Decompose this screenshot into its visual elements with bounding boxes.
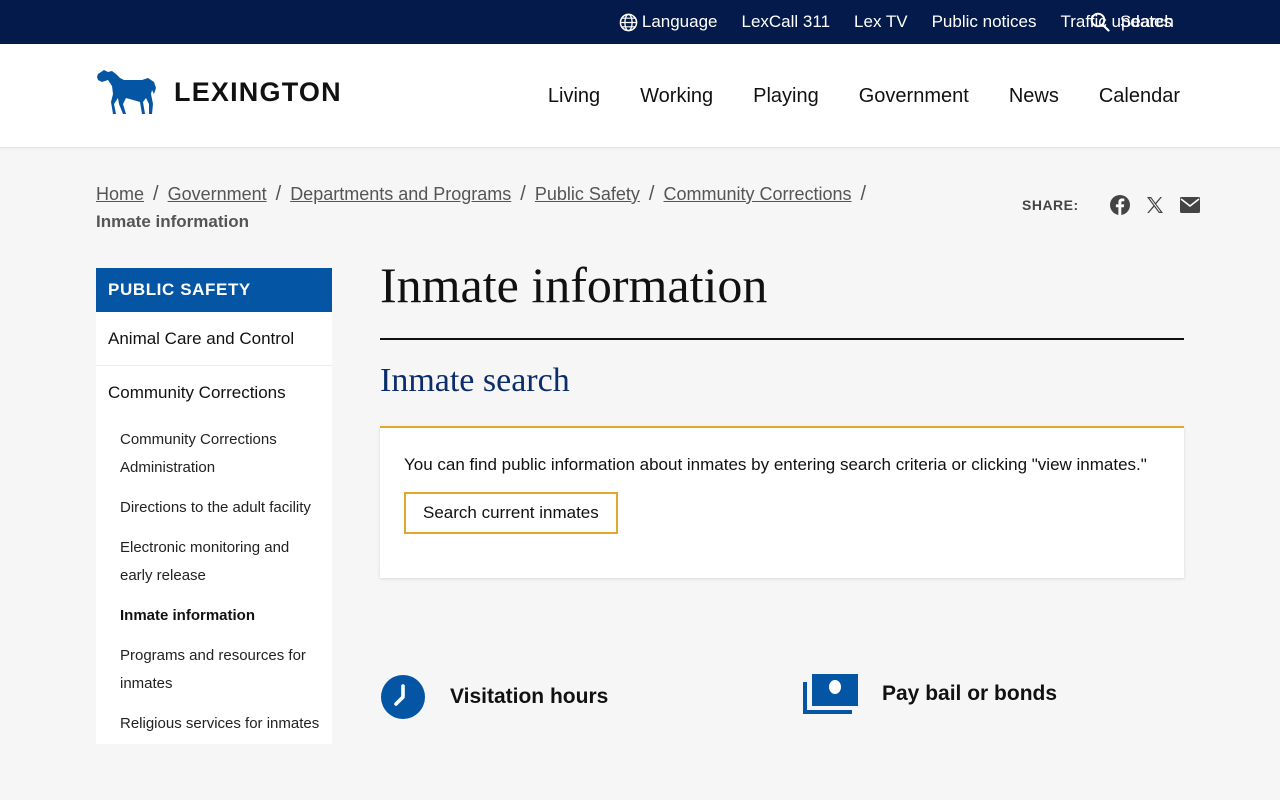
section-title: Inmate search bbox=[380, 362, 570, 399]
share-label: SHARE: bbox=[1022, 197, 1079, 213]
search-label: Search bbox=[1120, 12, 1174, 31]
sidebar-subitem-electronic-monitoring[interactable]: Electronic monitoring and early release bbox=[96, 528, 332, 596]
breadcrumb-separator: / bbox=[153, 183, 159, 205]
search-icon bbox=[1090, 12, 1110, 32]
horse-logo-icon bbox=[97, 70, 156, 114]
nav-government[interactable]: Government bbox=[859, 85, 969, 108]
visitation-hours-link[interactable]: Visitation hours bbox=[380, 674, 608, 720]
nav-calendar[interactable]: Calendar bbox=[1099, 85, 1180, 108]
search-button[interactable]: Search bbox=[1090, 0, 1174, 44]
facebook-share-button[interactable] bbox=[1109, 194, 1131, 216]
nav-working[interactable]: Working bbox=[640, 85, 713, 108]
breadcrumb: Home / Government / Departments and Programs… bbox=[96, 180, 896, 236]
nav-news[interactable]: News bbox=[1009, 85, 1059, 108]
pay-bail-link[interactable]: Pay bail or bonds bbox=[802, 674, 1057, 714]
title-divider bbox=[380, 338, 1184, 340]
globe-icon bbox=[619, 13, 638, 31]
lexcall-link[interactable]: LexCall 311 bbox=[742, 12, 831, 32]
x-icon bbox=[1146, 197, 1163, 213]
money-icon bbox=[803, 674, 858, 714]
public-notices-link[interactable]: Public notices bbox=[932, 12, 1037, 32]
sidebar-item-animal-care[interactable]: Animal Care and Control bbox=[96, 312, 332, 366]
breadcrumb-separator: / bbox=[275, 183, 282, 205]
breadcrumb-home[interactable]: Home bbox=[96, 184, 144, 204]
lextv-link[interactable]: Lex TV bbox=[854, 12, 908, 32]
sidebar-subitem-religious-services[interactable]: Religious services for inmates bbox=[96, 704, 332, 744]
search-inmates-button[interactable]: Search current inmates bbox=[404, 492, 618, 534]
language-label: Language bbox=[641, 12, 718, 31]
site-header: LEXINGTON Living Working Playing Governm… bbox=[0, 44, 1280, 148]
email-icon bbox=[1179, 197, 1200, 213]
language-link[interactable]: Language bbox=[619, 12, 718, 32]
email-share-button[interactable] bbox=[1179, 196, 1201, 214]
breadcrumb-current: Inmate information bbox=[96, 212, 250, 231]
nav-living[interactable]: Living bbox=[548, 85, 600, 108]
main-nav: Living Working Playing Government News C… bbox=[508, 44, 1180, 148]
logo-text: LEXINGTON bbox=[174, 76, 342, 107]
breadcrumb-community-corrections[interactable]: Community Corrections bbox=[663, 184, 851, 204]
sidebar-heading[interactable]: PUBLIC SAFETY bbox=[96, 268, 332, 312]
share-bar: SHARE: bbox=[1022, 194, 1201, 216]
breadcrumb-departments[interactable]: Departments and Programs bbox=[290, 184, 511, 204]
sidebar-subitem-inmate-information[interactable]: Inmate information bbox=[96, 596, 332, 636]
pay-bail-label: Pay bail or bonds bbox=[882, 682, 1058, 705]
breadcrumb-separator: / bbox=[520, 183, 526, 205]
sidebar-menu: Animal Care and Control Community Correc… bbox=[96, 312, 332, 744]
inmate-search-card: You can find public information about in… bbox=[380, 426, 1184, 578]
card-description: You can find public information about in… bbox=[404, 455, 1147, 474]
breadcrumb-separator: / bbox=[648, 183, 655, 205]
facebook-icon bbox=[1109, 195, 1130, 215]
x-share-button[interactable] bbox=[1145, 195, 1165, 215]
sidebar-subitem-programs[interactable]: Programs and resources for inmates bbox=[96, 636, 332, 704]
utility-bar: Language LexCall 311 Lex TV Public notic… bbox=[0, 0, 1280, 44]
nav-playing[interactable]: Playing bbox=[753, 85, 819, 108]
section-sidebar: PUBLIC SAFETY Animal Care and Control Co… bbox=[96, 268, 332, 744]
sidebar-subitem-directions[interactable]: Directions to the adult facility bbox=[96, 488, 332, 528]
breadcrumb-public-safety[interactable]: Public Safety bbox=[535, 184, 640, 204]
visitation-hours-label: Visitation hours bbox=[450, 685, 609, 708]
site-logo[interactable]: LEXINGTON bbox=[96, 68, 342, 116]
page-title: Inmate information bbox=[380, 257, 768, 313]
clock-icon bbox=[381, 675, 425, 719]
breadcrumb-government[interactable]: Government bbox=[168, 184, 267, 204]
breadcrumb-separator: / bbox=[860, 183, 867, 205]
sidebar-subitem-administration[interactable]: Community Corrections Administration bbox=[96, 420, 332, 488]
sidebar-item-community-corrections[interactable]: Community Corrections bbox=[96, 366, 332, 420]
